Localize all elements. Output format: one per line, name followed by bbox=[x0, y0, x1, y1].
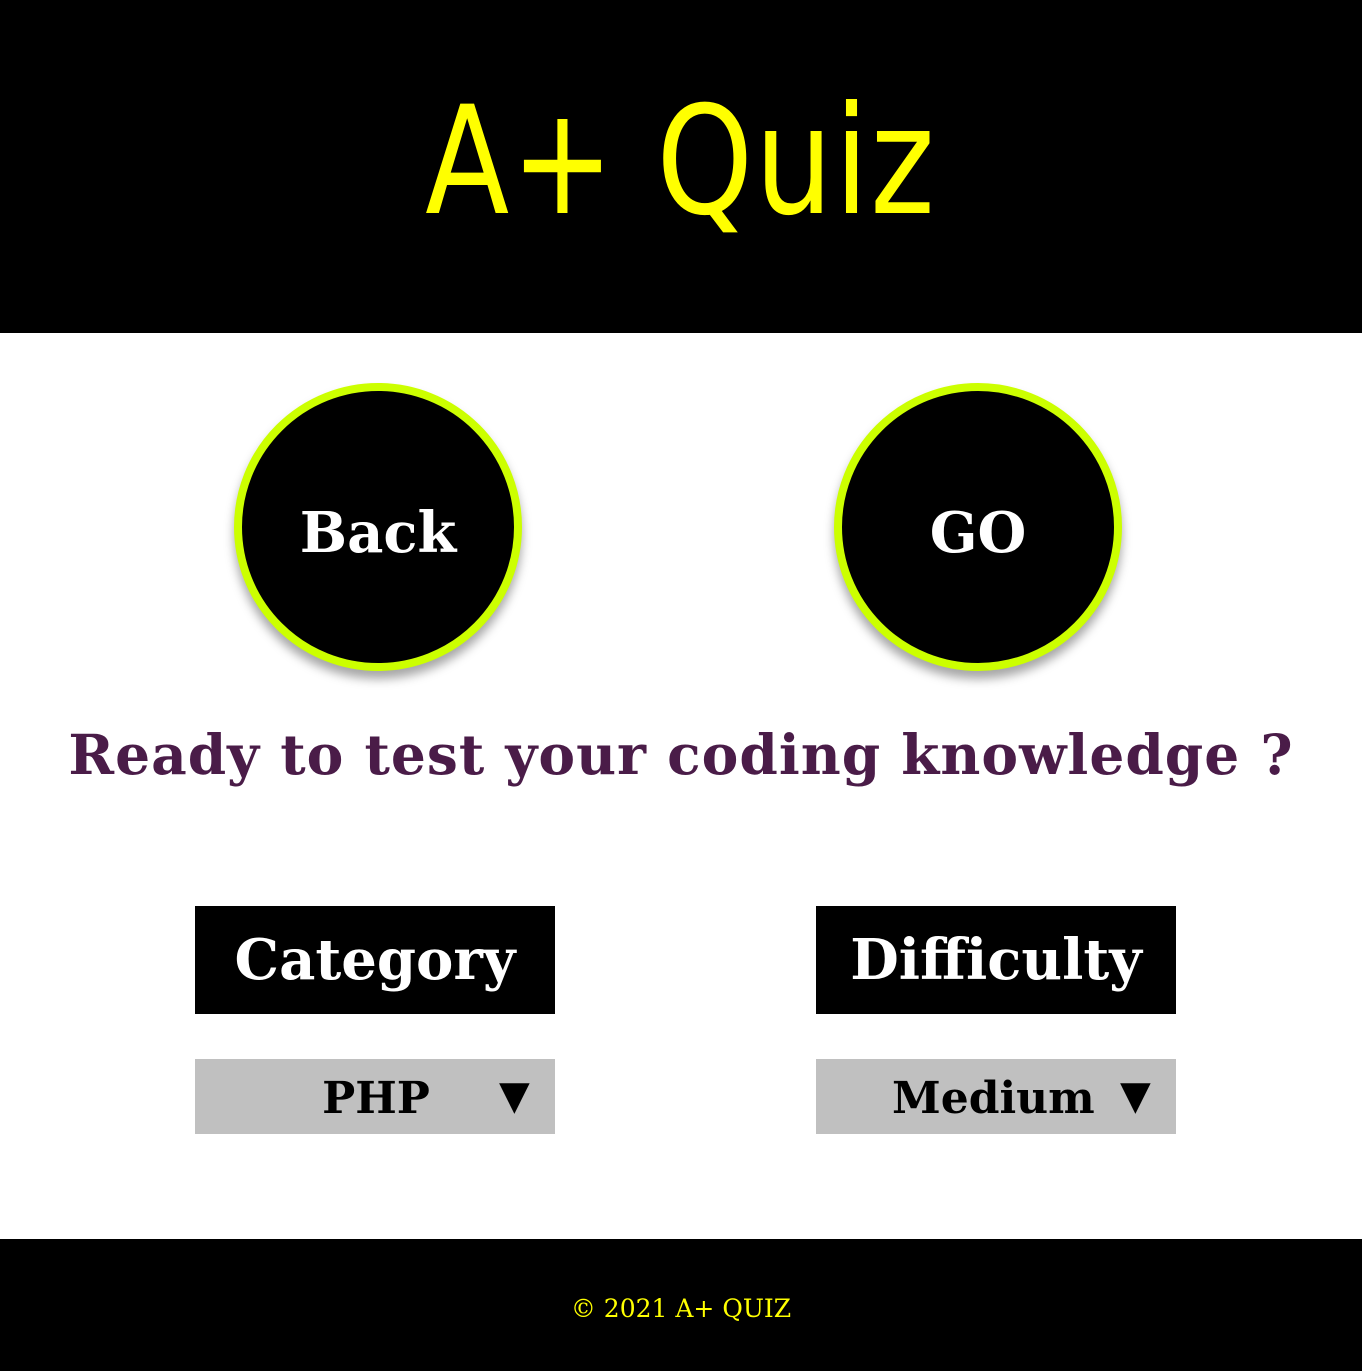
back-button-label: Back bbox=[299, 500, 457, 566]
triangle-down-icon: ▼ bbox=[1120, 1073, 1151, 1119]
footer: © 2021 A+ QUIZ bbox=[0, 1239, 1362, 1371]
header: A+ Quiz bbox=[0, 0, 1362, 333]
copyright-text: © 2021 A+ QUIZ bbox=[570, 1293, 792, 1323]
difficulty-select-value: Medium bbox=[892, 1073, 1095, 1124]
go-button-label: GO bbox=[929, 500, 1027, 566]
triangle-down-icon: ▼ bbox=[499, 1073, 530, 1119]
difficulty-label: Difficulty bbox=[816, 906, 1176, 1014]
go-button[interactable]: GO bbox=[834, 383, 1122, 671]
difficulty-select[interactable]: Medium ▼ bbox=[816, 1059, 1176, 1134]
category-select[interactable]: PHP ▼ bbox=[195, 1059, 555, 1134]
back-button[interactable]: Back bbox=[234, 383, 522, 671]
site-logo: A+ Quiz bbox=[425, 74, 937, 249]
page-headline: Ready to test your coding knowledge ? bbox=[68, 722, 1294, 787]
category-label: Category bbox=[195, 906, 555, 1014]
